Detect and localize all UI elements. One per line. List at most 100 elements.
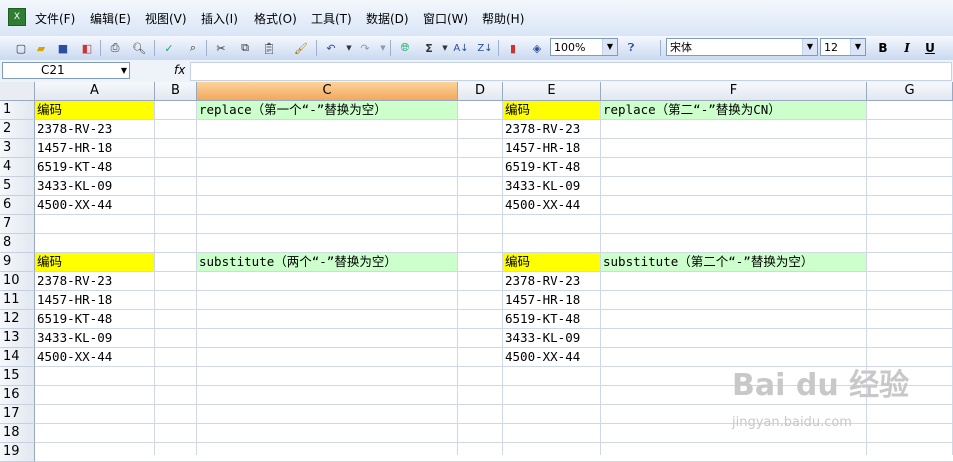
spelling-icon[interactable]: ✓ [160,39,178,57]
copy-icon[interactable]: ⧉ [236,39,254,57]
cell-f9[interactable]: substitute（第二个“-”替换为空） [601,253,866,271]
font-name-value: 宋体 [670,41,692,54]
font-size-value: 12 [824,41,838,54]
formula-input[interactable] [190,62,952,81]
row-header-5[interactable]: 5 [0,177,35,196]
menu-data[interactable]: 数据(D) [366,10,409,27]
help-icon[interactable]: ❓︎ [622,39,640,57]
cell-e14[interactable]: 4500-XX-44 [503,348,600,366]
cell-e5[interactable]: 3433-KL-09 [503,177,600,195]
column-header-c[interactable]: C [197,82,458,101]
column-header-g[interactable]: G [867,82,953,101]
font-size-combo[interactable]: 12 ▼ [820,38,866,56]
cell-f1[interactable]: replace（第二“-”替换为CN） [601,101,866,119]
menu-tools[interactable]: 工具(T) [311,10,352,27]
cell-e2[interactable]: 2378-RV-23 [503,120,600,138]
row-header-18[interactable]: 18 [0,424,35,443]
underline-button[interactable]: U [921,39,939,57]
cell-a5[interactable]: 3433-KL-09 [35,177,154,195]
cell-c1[interactable]: replace（第一个“-”替换为空） [197,101,457,119]
row-header-6[interactable]: 6 [0,196,35,215]
format-painter-icon[interactable]: 🖌︎ [292,39,310,57]
cell-e12[interactable]: 6519-KT-48 [503,310,600,328]
menu-format[interactable]: 格式(O) [254,10,297,27]
sort-descending-icon[interactable]: Z↓ [476,39,494,57]
cell-e6[interactable]: 4500-XX-44 [503,196,600,214]
cell-a13[interactable]: 3433-KL-09 [35,329,154,347]
row-header-10[interactable]: 10 [0,272,35,291]
menu-file[interactable]: 文件(F) [35,10,75,27]
open-icon[interactable]: ▰ [32,39,50,57]
menu-window[interactable]: 窗口(W) [423,10,468,27]
function-icon[interactable]: fx [174,63,185,77]
menu-help[interactable]: 帮助(H) [482,10,524,27]
row-header-2[interactable]: 2 [0,120,35,139]
permission-icon[interactable]: ◧ [78,39,96,57]
row-header-1[interactable]: 1 [0,101,35,120]
column-header-b[interactable]: B [155,82,197,101]
save-icon[interactable]: ■ [54,39,72,57]
cell-a14[interactable]: 4500-XX-44 [35,348,154,366]
name-box[interactable]: C21 ▼ [2,62,130,79]
row-header-7[interactable]: 7 [0,215,35,234]
row-header-8[interactable]: 8 [0,234,35,253]
sort-ascending-icon[interactable]: A↓ [452,39,470,57]
chevron-down-icon[interactable]: ▼ [602,39,617,55]
row-header-9[interactable]: 9 [0,253,35,272]
chevron-down-icon[interactable]: ▼ [850,39,865,55]
cell-a4[interactable]: 6519-KT-48 [35,158,154,176]
column-header-e[interactable]: E [503,82,601,101]
row-header-16[interactable]: 16 [0,386,35,405]
menu-view[interactable]: 视图(V) [145,10,187,27]
row-header-14[interactable]: 14 [0,348,35,367]
chevron-down-icon[interactable]: ▼ [121,63,127,78]
cut-icon[interactable]: ✂ [212,39,230,57]
chart-wizard-icon[interactable]: ▮ [504,39,522,57]
undo-icon[interactable]: ↶ [322,39,340,57]
excel-app-icon[interactable]: X [8,8,26,26]
row-header-3[interactable]: 3 [0,139,35,158]
chevron-down-icon[interactable]: ▼ [802,39,817,55]
font-name-combo[interactable]: 宋体 ▼ [666,38,818,56]
select-all-corner[interactable] [0,82,35,101]
menu-insert[interactable]: 插入(I) [201,10,238,27]
cell-a3[interactable]: 1457-HR-18 [35,139,154,157]
drawing-icon[interactable]: ◈ [528,39,546,57]
menu-edit[interactable]: 编辑(E) [90,10,131,27]
cell-a1[interactable]: 编码 [35,101,154,119]
column-header-a[interactable]: A [35,82,155,101]
row-header-4[interactable]: 4 [0,158,35,177]
italic-button[interactable]: I [898,39,916,57]
cell-a6[interactable]: 4500-XX-44 [35,196,154,214]
cell-a9[interactable]: 编码 [35,253,154,271]
row-header-17[interactable]: 17 [0,405,35,424]
print-preview-icon[interactable]: 🔍︎ [130,39,148,57]
cell-e13[interactable]: 3433-KL-09 [503,329,600,347]
cell-e3[interactable]: 1457-HR-18 [503,139,600,157]
column-header-f[interactable]: F [601,82,867,101]
cell-e11[interactable]: 1457-HR-18 [503,291,600,309]
row-header-12[interactable]: 12 [0,310,35,329]
hyperlink-icon[interactable]: 🌐︎ [396,39,414,57]
cell-a11[interactable]: 1457-HR-18 [35,291,154,309]
research-icon[interactable]: ⌕ [184,39,202,57]
bold-button[interactable]: B [874,39,892,57]
row-header-19[interactable]: 19 [0,443,35,462]
cell-e1[interactable]: 编码 [503,101,600,119]
cell-a2[interactable]: 2378-RV-23 [35,120,154,138]
cell-c9[interactable]: substitute（两个“-”替换为空） [197,253,457,271]
row-header-11[interactable]: 11 [0,291,35,310]
cell-e10[interactable]: 2378-RV-23 [503,272,600,290]
cell-a12[interactable]: 6519-KT-48 [35,310,154,328]
redo-icon[interactable]: ↷ [356,39,374,57]
paste-icon[interactable]: 📋︎ [260,39,278,57]
print-icon[interactable]: ⎙ [106,39,124,57]
zoom-combo[interactable]: 100% ▼ [550,38,618,56]
cell-e4[interactable]: 6519-KT-48 [503,158,600,176]
row-header-15[interactable]: 15 [0,367,35,386]
cell-a10[interactable]: 2378-RV-23 [35,272,154,290]
column-header-d[interactable]: D [458,82,503,101]
new-icon[interactable]: ▢ [12,39,30,57]
row-header-13[interactable]: 13 [0,329,35,348]
cell-e9[interactable]: 编码 [503,253,600,271]
